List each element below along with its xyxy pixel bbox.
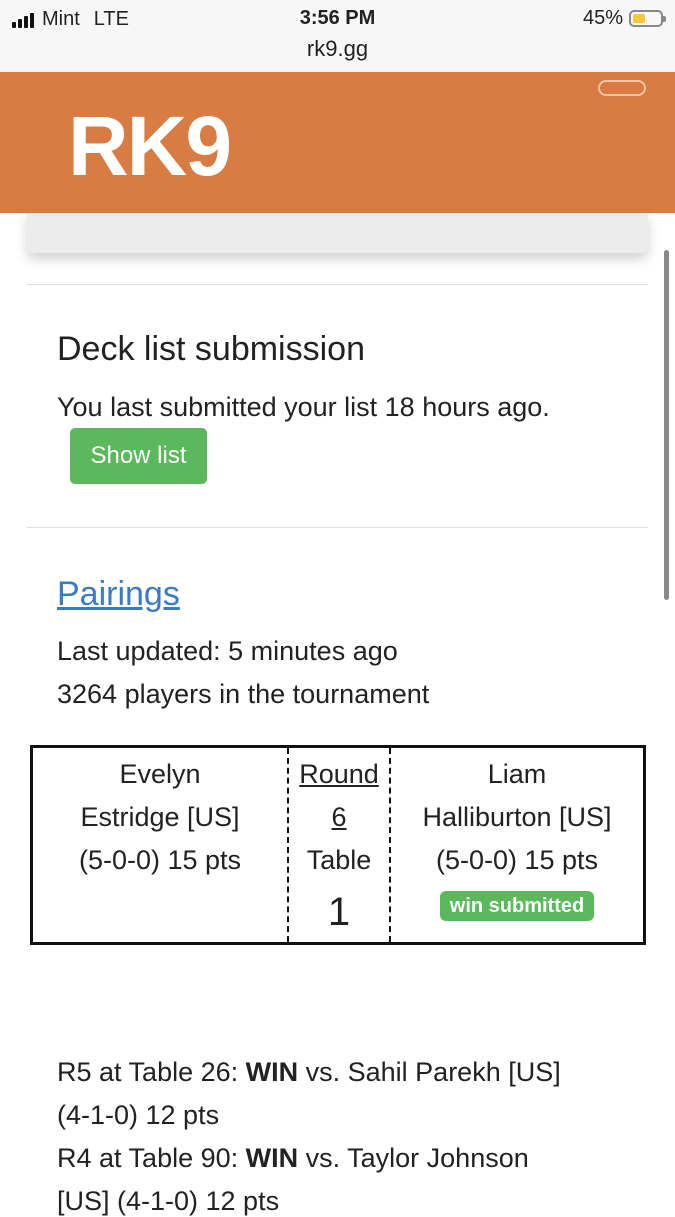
table-label: Table (306, 845, 372, 875)
round-link[interactable]: Round (299, 759, 379, 789)
battery-level (633, 14, 645, 23)
round-number-link[interactable]: 6 (331, 802, 346, 832)
page-scrollbar[interactable] (664, 250, 669, 600)
player-two-record: (5-0-0) 15 pts (435, 845, 599, 875)
round-cell: Round 6 Table 1 (287, 748, 391, 942)
player-one-first-name: Evelyn (119, 759, 201, 789)
deck-submission-text: You last submitted your list 18 hours ag… (57, 392, 550, 422)
battery-icon (629, 10, 666, 27)
pairing-table: Evelyn Estridge [US] (5-0-0) 15 pts Roun… (30, 745, 646, 945)
history-r5-prefix: R5 at Table 26: (57, 1057, 246, 1087)
win-submitted-badge: win submitted (439, 891, 595, 921)
history-r4-opponent: vs. Taylor Johnson (298, 1143, 529, 1173)
divider (27, 527, 648, 528)
player-two-last-name: Halliburton [US] (422, 802, 612, 832)
show-list-button[interactable]: Show list (70, 428, 207, 484)
table-number: 1 (327, 890, 351, 934)
address-bar-url[interactable]: rk9.gg (0, 36, 675, 62)
history-row-r4: R4 at Table 90: WIN vs. Taylor Johnson (57, 1143, 529, 1174)
deck-section-title: Deck list submission (57, 330, 365, 368)
player-one-last-name: Estridge [US] (80, 802, 240, 832)
player-one-record: (5-0-0) 15 pts (78, 845, 242, 875)
pairings-link[interactable]: Pairings (57, 575, 180, 614)
player-one-cell: Evelyn Estridge [US] (5-0-0) 15 pts (33, 748, 287, 942)
rk9-logo[interactable]: RK9 (68, 104, 232, 188)
last-updated-text: Last updated: 5 minutes ago (57, 636, 398, 666)
history-r4-result: WIN (245, 1143, 299, 1173)
status-bar: Mint LTE 3:56 PM rk9.gg 45% (0, 0, 675, 72)
divider (27, 284, 648, 285)
history-row-r5: R5 at Table 26: WIN vs. Sahil Parekh [US… (57, 1057, 561, 1088)
collapsed-card (27, 213, 648, 253)
history-r5-record: (4-1-0) 12 pts (57, 1100, 220, 1130)
history-r5-opponent: vs. Sahil Parekh [US] (298, 1057, 561, 1087)
menu-toggle-button[interactable] (598, 80, 646, 96)
player-two-cell: Liam Halliburton [US] (5-0-0) 15 pts win… (391, 748, 643, 942)
history-r5-result: WIN (245, 1057, 299, 1087)
clock: 3:56 PM (299, 7, 376, 29)
history-r4-record: [US] (4-1-0) 12 pts (57, 1186, 280, 1216)
player-two-first-name: Liam (487, 759, 547, 789)
history-r4-prefix: R4 at Table 90: (57, 1143, 246, 1173)
battery-percent: 45% (582, 7, 623, 29)
status-right: 45% (582, 7, 666, 30)
player-count-text: 3264 players in the tournament (57, 679, 430, 709)
